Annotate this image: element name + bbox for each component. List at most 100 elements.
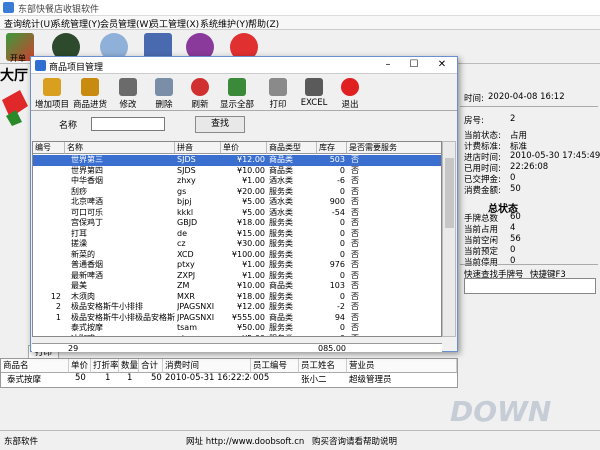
table-cell[interactable]: 否	[351, 229, 441, 240]
table-cell[interactable]: 0	[319, 239, 347, 250]
table-cell[interactable]: cz	[177, 239, 221, 250]
column-header[interactable]: 消费时间	[163, 359, 251, 373]
table-cell[interactable]	[35, 218, 63, 229]
table-row[interactable]: 北京啤酒 bjpj ¥5.00 酒水类 900 否	[33, 197, 441, 208]
menu-system-manage[interactable]: 系统管理(Y)	[52, 17, 101, 30]
table-cell[interactable]: 普通香烟	[71, 260, 179, 271]
table-cell[interactable]: bjpj	[177, 197, 221, 208]
table-cell[interactable]: 900	[319, 197, 347, 208]
table-cell[interactable]: ptxy	[177, 260, 221, 271]
table-cell[interactable]: tsam	[177, 323, 221, 334]
table-cell[interactable]: ¥555.00	[223, 313, 267, 324]
table-cell[interactable]: SJDS	[177, 155, 221, 166]
table-cell[interactable]: 否	[351, 218, 441, 229]
table-cell[interactable]: ZM	[177, 281, 221, 292]
table-cell[interactable]: 可口可乐	[71, 208, 179, 219]
table-cell[interactable]: 0	[319, 218, 347, 229]
column-header[interactable]: 合计	[139, 359, 163, 373]
table-cell[interactable]: 服务类	[269, 292, 317, 303]
table-cell[interactable]: 2010-05-31 16:22:24	[163, 373, 251, 385]
table-cell[interactable]: ¥30.00	[223, 239, 267, 250]
table-cell[interactable]	[35, 155, 63, 166]
table-cell[interactable]: ZXPJ	[177, 271, 221, 282]
table-cell[interactable]: gs	[177, 187, 221, 198]
table-cell[interactable]: 0	[319, 334, 347, 337]
table-cell[interactable]	[35, 334, 63, 337]
table-cell[interactable]: 94	[319, 313, 347, 324]
table-cell[interactable]: de	[177, 229, 221, 240]
table-cell[interactable]: ¥20.00	[223, 187, 267, 198]
column-header[interactable]: 打折率	[91, 359, 119, 373]
table-cell[interactable]: 0	[319, 292, 347, 303]
stock-in-button[interactable]: 商品进货	[71, 77, 109, 110]
table-row[interactable]: 泰式按摩 tsam ¥50.00 服务类 0 否	[33, 323, 441, 334]
quick-search-input[interactable]	[464, 278, 596, 294]
table-cell[interactable]: ¥18.00	[223, 218, 267, 229]
table-row[interactable]: 2 极品安格斯牛小排排 JPAGSNXI ¥12.00 服务类 -2 否	[33, 302, 441, 313]
table-row[interactable]: 12 木须肉 MXR ¥18.00 服务类 0 否	[33, 292, 441, 303]
table-cell[interactable]: 否	[351, 239, 441, 250]
table-row[interactable]: 可口可乐 kkkl ¥5.00 酒水类 -54 否	[33, 208, 441, 219]
table-cell[interactable]: ¥12.00	[223, 155, 267, 166]
table-cell[interactable]: ¥5.00	[223, 208, 267, 219]
table-cell[interactable]: 否	[351, 155, 441, 166]
table-cell[interactable]: 005	[251, 373, 299, 385]
table-cell[interactable]: ¥10.00	[223, 281, 267, 292]
table-cell[interactable]	[35, 197, 63, 208]
column-header[interactable]: 库存	[317, 142, 347, 154]
table-cell[interactable]: 1	[35, 313, 63, 324]
table-cell[interactable]: 0	[319, 271, 347, 282]
menu-help[interactable]: 帮助(Z)	[248, 17, 279, 30]
table-cell[interactable]: ¥5.00	[223, 197, 267, 208]
table-cell[interactable]: XCD	[177, 250, 221, 261]
table-cell[interactable]	[35, 323, 63, 334]
table-cell[interactable]: 新菜的	[71, 250, 179, 261]
table-cell[interactable]: 中华香烟	[71, 176, 179, 187]
table-cell[interactable]: 服务类	[269, 250, 317, 261]
table-cell[interactable]: ¥100.00	[223, 250, 267, 261]
table-cell[interactable]: 2	[35, 302, 63, 313]
table-cell[interactable]: 0	[319, 323, 347, 334]
table-cell[interactable]: -54	[319, 208, 347, 219]
column-header[interactable]: 单价	[221, 142, 267, 154]
table-cell[interactable]: 商品类	[269, 166, 317, 177]
table-cell[interactable]: MXR	[177, 292, 221, 303]
table-cell[interactable]: 否	[351, 292, 441, 303]
table-cell[interactable]: 103	[319, 281, 347, 292]
table-cell[interactable]: 酒水类	[269, 208, 317, 219]
table-cell[interactable]: 打耳	[71, 229, 179, 240]
table-row[interactable]: 中华香烟 zhxy ¥1.00 酒水类 -6 否	[33, 176, 441, 187]
table-cell[interactable]: 否	[351, 334, 441, 337]
delete-button[interactable]: 删除	[145, 77, 183, 110]
show-all-button[interactable]: 显示全部	[215, 77, 259, 110]
column-header[interactable]: 数量	[119, 359, 139, 373]
maximize-icon[interactable]: ☐	[401, 57, 427, 74]
table-cell[interactable]: 50	[149, 373, 163, 385]
table-cell[interactable]: 木须肉	[71, 292, 179, 303]
search-button[interactable]: 查找	[195, 116, 245, 133]
column-header[interactable]: 是否需要服务	[347, 142, 441, 154]
table-cell[interactable]: -2	[319, 302, 347, 313]
table-cell[interactable]: 否	[351, 250, 441, 261]
table-cell[interactable]	[35, 260, 63, 271]
table-cell[interactable]	[35, 271, 63, 282]
table-cell[interactable]: 503	[319, 155, 347, 166]
table-row[interactable]: 世界第三 SJDS ¥12.00 商品类 503 否	[33, 155, 441, 166]
exit-button[interactable]: 退出	[331, 77, 369, 110]
table-cell[interactable]: 否	[351, 166, 441, 177]
table-cell[interactable]: ¥15.00	[223, 229, 267, 240]
table-cell[interactable]: ¥1.00	[223, 176, 267, 187]
table-cell[interactable]: 最美	[71, 281, 179, 292]
table-cell[interactable]: ¥1.00	[223, 260, 267, 271]
table-cell[interactable]: ¥5.00	[223, 334, 267, 337]
table-cell[interactable]: 0	[319, 229, 347, 240]
column-header[interactable]: 员工编号	[251, 359, 299, 373]
table-cell[interactable]: 服务类	[269, 302, 317, 313]
menu-member-manage[interactable]: 会员管理(W)	[100, 17, 152, 30]
table-cell[interactable]: JPAGSNXI	[177, 313, 221, 324]
table-cell[interactable]: 0	[319, 250, 347, 261]
minimize-icon[interactable]: –	[375, 57, 401, 74]
edit-button[interactable]: 修改	[109, 77, 147, 110]
table-cell[interactable]: 商品类	[269, 281, 317, 292]
table-cell[interactable]: -6	[319, 176, 347, 187]
